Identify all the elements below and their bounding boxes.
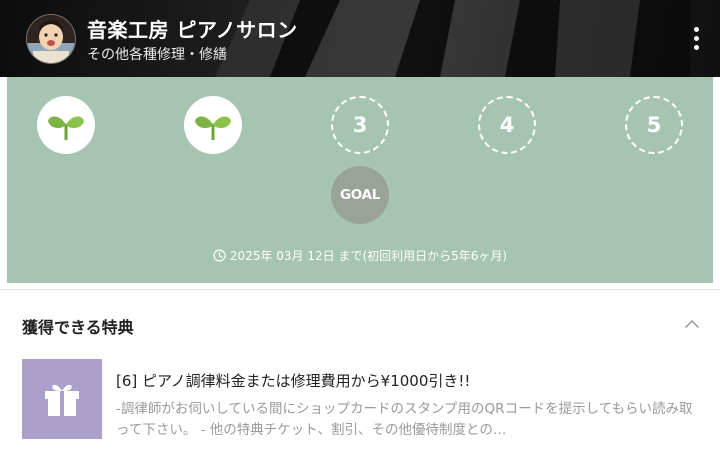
shop-avatar <box>26 14 76 64</box>
expiry-text: 2025年 03月 12日 まで(初回利用日から5年6ヶ月) <box>229 249 508 263</box>
shop-header: 音楽工房 ピアノサロン その他各種修理・修繕 <box>0 0 720 77</box>
benefit-item[interactable]: [6] ピアノ調律料金または修理費用から¥1000引き!! -調律師がお伺いして… <box>22 359 712 441</box>
benefit-title: [6] ピアノ調律料金または修理費用から¥1000引き!! <box>116 372 471 390</box>
goal-badge: GOAL <box>331 166 389 224</box>
clock-icon <box>213 249 226 262</box>
shop-name: 音楽工房 ピアノサロン <box>87 18 298 42</box>
gift-icon <box>45 384 79 416</box>
benefits-section-title: 獲得できる特典 <box>22 318 134 337</box>
benefit-thumbnail <box>22 359 102 439</box>
stamp-slot-5: 5 <box>625 96 683 154</box>
stamp-slot-1 <box>37 96 95 154</box>
chevron-up-icon[interactable] <box>684 318 700 330</box>
stamp-slot-3: 3 <box>331 96 389 154</box>
expiry-info: 2025年 03月 12日 まで(初回利用日から5年6ヶ月) <box>7 247 713 264</box>
benefit-description: -調律師がお伺いしている間にショップカードのスタンプ用のQRコードを提示してもら… <box>116 401 693 438</box>
section-divider <box>0 289 720 290</box>
shop-category: その他各種修理・修繕 <box>87 47 227 63</box>
sprout-icon <box>195 116 231 140</box>
stamp-card-panel: 3 4 5 GOAL 2025年 03月 12日 まで(初回利用日から5年6ヶ月… <box>7 77 713 283</box>
more-vertical-icon[interactable] <box>684 20 708 56</box>
stamp-slot-4: 4 <box>478 96 536 154</box>
sprout-icon <box>48 116 84 140</box>
stamp-slot-2 <box>184 96 242 154</box>
